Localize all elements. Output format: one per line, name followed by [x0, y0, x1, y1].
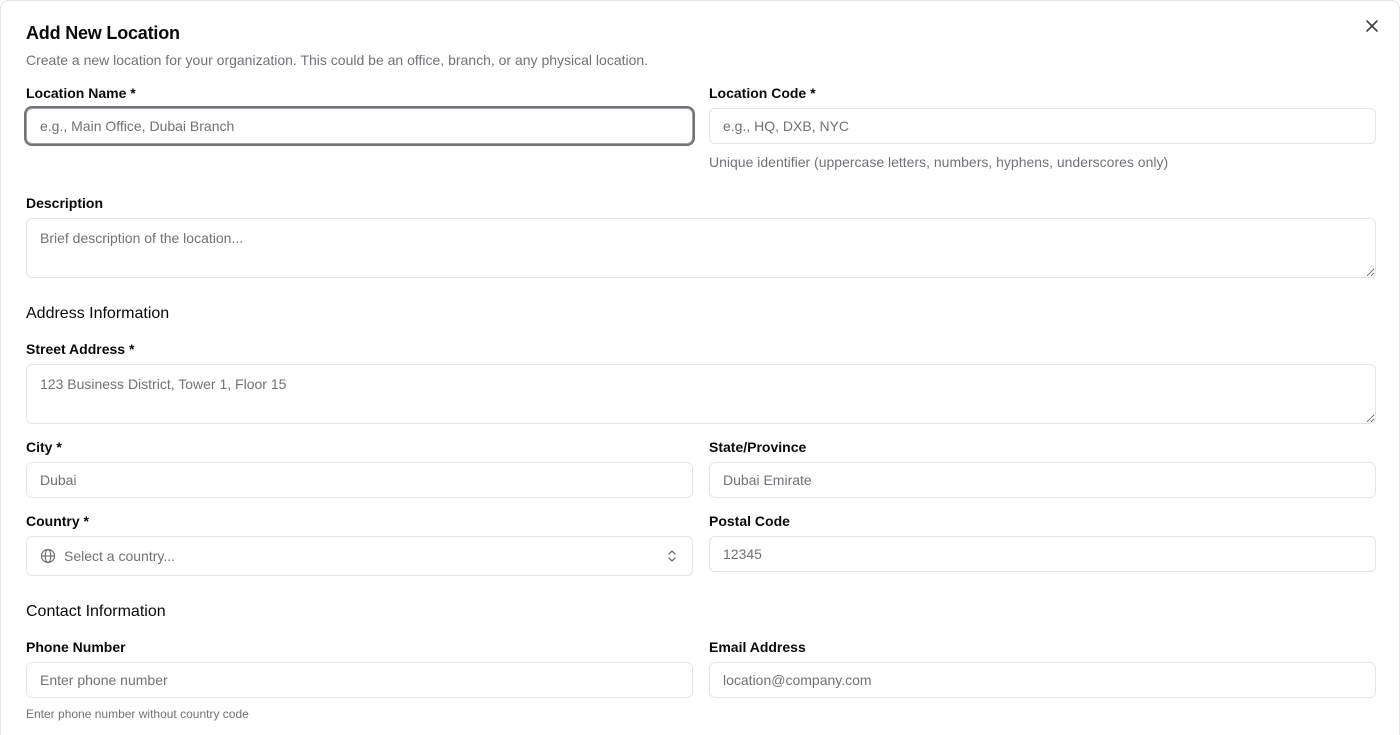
postal-code-label: Postal Code: [709, 513, 790, 529]
email-input[interactable]: [709, 662, 1376, 698]
phone-input[interactable]: [26, 662, 693, 698]
street-address-label: Street Address *: [26, 341, 135, 357]
location-name-input[interactable]: [26, 108, 693, 144]
add-location-dialog: Add New Location Create a new location f…: [0, 0, 1400, 735]
chevron-up-down-icon: [666, 548, 678, 564]
dialog-title: Add New Location: [26, 23, 180, 43]
description-textarea[interactable]: [26, 218, 1376, 278]
state-input[interactable]: [709, 462, 1376, 498]
street-address-textarea[interactable]: [26, 364, 1376, 424]
location-code-helper: Unique identifier (uppercase letters, nu…: [709, 154, 1169, 170]
dialog-subtitle: Create a new location for your organizat…: [26, 52, 649, 68]
city-input[interactable]: [26, 462, 693, 498]
state-label: State/Province: [709, 439, 807, 455]
country-select[interactable]: Select a country...: [26, 536, 693, 576]
globe-icon: [40, 548, 56, 564]
address-section-title: Address Information: [26, 305, 170, 322]
country-select-value: Select a country...: [64, 548, 176, 564]
city-label: City *: [26, 439, 62, 455]
location-name-label: Location Name *: [26, 85, 136, 101]
email-label: Email Address: [709, 639, 806, 655]
phone-label: Phone Number: [26, 639, 126, 655]
postal-code-input[interactable]: [709, 536, 1376, 572]
contact-section-title: Contact Information: [26, 603, 166, 620]
location-code-input[interactable]: [709, 108, 1376, 144]
country-label: Country *: [26, 513, 89, 529]
close-button[interactable]: [1363, 17, 1381, 35]
phone-helper: Enter phone number without country code: [26, 707, 249, 721]
description-label: Description: [26, 195, 104, 211]
location-code-label: Location Code *: [709, 85, 816, 101]
close-icon: [1365, 19, 1379, 33]
